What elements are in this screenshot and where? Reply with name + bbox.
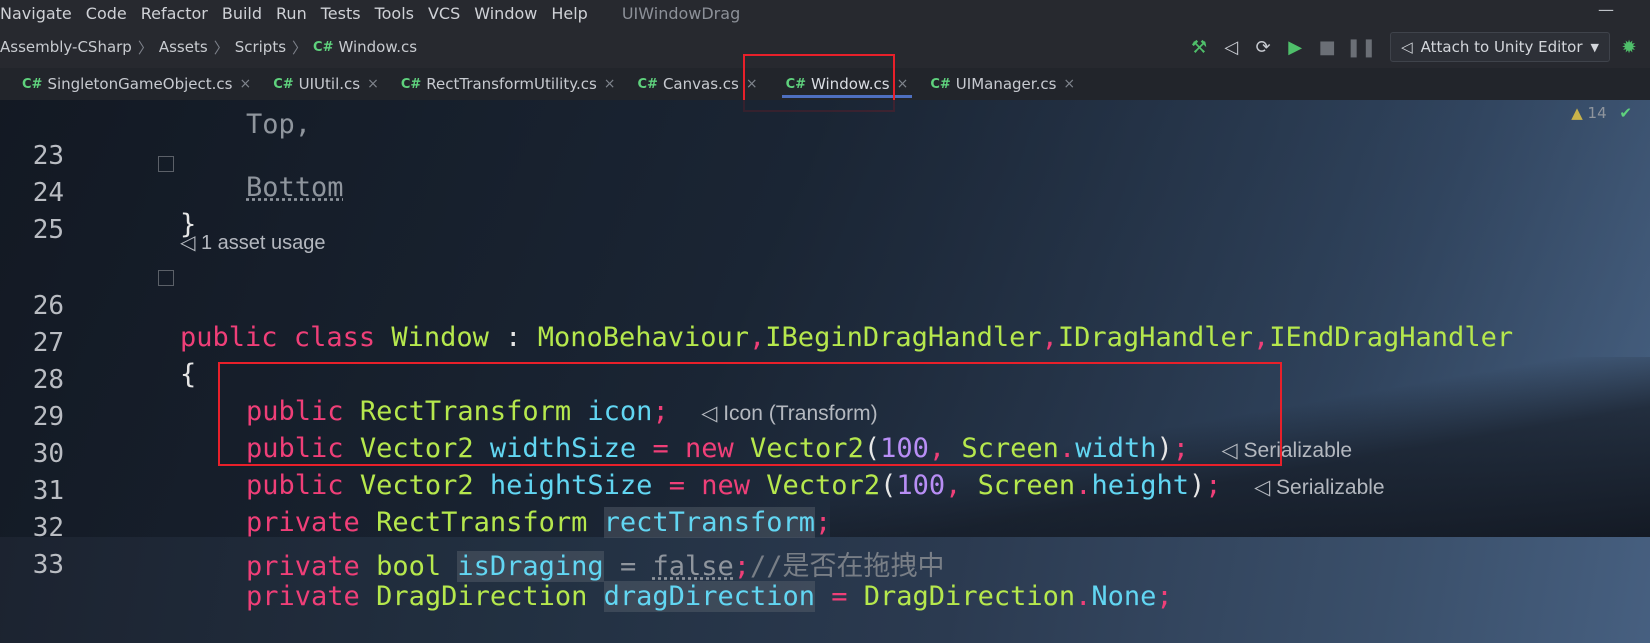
breadcrumb-assembly[interactable]: Assembly-CSharp [0, 38, 132, 56]
breadcrumb: Assembly-CSharp 〉 Assets 〉 Scripts 〉 C# … [0, 37, 417, 58]
breadcrumb-assets[interactable]: Assets [159, 38, 208, 56]
menu-help[interactable]: Help [551, 4, 587, 23]
code-line-22-partial: Top, [0, 78, 1650, 140]
usage-hint-text: 1 asset usage [200, 232, 326, 254]
code-line-26: 26 public class Window : MonoBehaviour,I… [0, 260, 1650, 353]
usage-hint[interactable]: ◁ 1 asset usage [180, 230, 325, 255]
pause-icon[interactable]: ❚❚ [1346, 37, 1376, 58]
attach-to-unity-button[interactable]: ◁ Attach to Unity Editor ▼ [1390, 32, 1610, 62]
menu-code[interactable]: Code [86, 4, 127, 23]
run-toolbar: ⚒ ◁ ⟳ ▶ ■ ❚❚ ◁ Attach to Unity Editor ▼ … [1180, 26, 1650, 68]
unity-icon: ◁ [180, 232, 196, 254]
highlight-box-vector-fields [218, 362, 1282, 466]
unity-icon: ◁ [1401, 38, 1413, 56]
minimize-button[interactable]: — [1598, 0, 1614, 19]
menu-navigate[interactable]: Navigate [0, 4, 72, 23]
unity-icon[interactable]: ◁ [1218, 37, 1244, 58]
code-line-33-partial: 33 private DragDirection dragDirection =… [0, 519, 1650, 612]
breadcrumb-separator-icon: 〉 [137, 38, 153, 57]
menu-bar: Navigate Code Refactor Build Run Tests T… [0, 0, 1650, 26]
stop-icon[interactable]: ■ [1314, 37, 1340, 58]
csharp-file-icon: C# [313, 39, 334, 55]
menu-window[interactable]: Window [474, 4, 537, 23]
breadcrumb-file[interactable]: Window.cs [338, 38, 417, 56]
hammer-icon[interactable]: ⚒ [1186, 37, 1212, 58]
window-title: UIWindowDrag [621, 3, 741, 23]
code-line-32: 32 private bool isDraging = false;//是否在拖… [0, 482, 1650, 582]
menu-build[interactable]: Build [222, 4, 262, 23]
menu-run[interactable]: Run [276, 4, 307, 23]
play-icon[interactable]: ▶ [1282, 37, 1308, 58]
unity-refresh-icon[interactable]: ⟳ [1250, 37, 1276, 58]
breadcrumb-separator-icon: 〉 [292, 38, 308, 57]
menu-vcs[interactable]: VCS [428, 4, 460, 23]
partial-code: private DragDirection dragDirection = Dr… [246, 581, 1173, 612]
code-line-23: 23 Bottom [0, 110, 1650, 203]
code-line-25: 25 [0, 184, 1650, 245]
code-line-24: 24 } [0, 147, 1650, 240]
line-number: 25 [32, 215, 64, 245]
menu-tools[interactable]: Tools [375, 4, 414, 23]
menu-refactor[interactable]: Refactor [141, 4, 208, 23]
line-number: 33 [32, 550, 64, 580]
breadcrumb-separator-icon: 〉 [213, 38, 229, 57]
menu-tests[interactable]: Tests [321, 4, 361, 23]
attach-label: Attach to Unity Editor [1420, 38, 1583, 56]
breadcrumb-scripts[interactable]: Scripts [235, 38, 286, 56]
bug-icon[interactable]: ✹ [1616, 37, 1642, 58]
chevron-down-icon: ▼ [1590, 40, 1599, 54]
code-line-27: 27 { [0, 297, 1650, 390]
code-editor[interactable]: ▲ 14 ✔ Top, 23 Bottom 24 } 25 ◁ 1 asset … [0, 100, 1650, 612]
